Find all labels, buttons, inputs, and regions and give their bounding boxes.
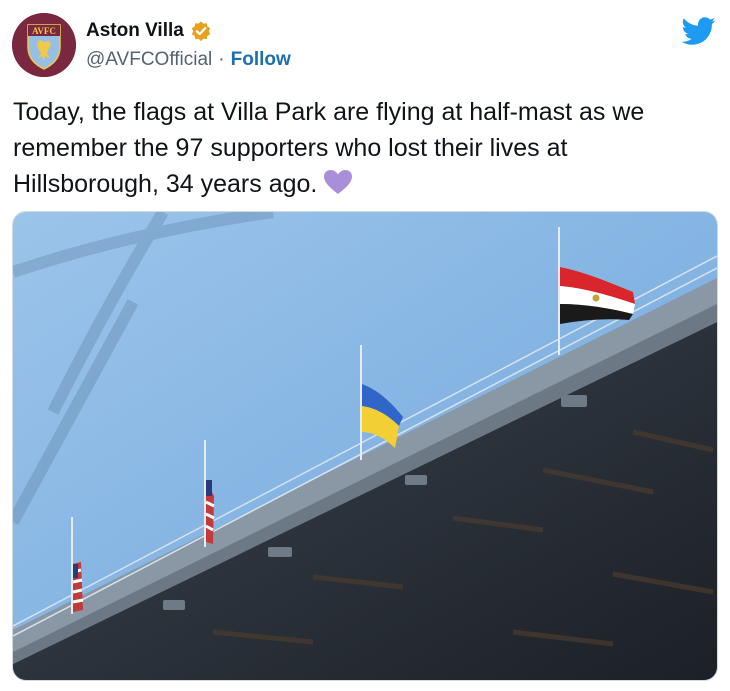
stadium-flags-photo bbox=[13, 212, 717, 680]
avatar[interactable]: AVFC bbox=[12, 13, 76, 77]
handle-row: @AVFCOfficial · Follow bbox=[86, 49, 291, 71]
display-name[interactable]: Aston Villa bbox=[86, 20, 184, 42]
author-name-row: Aston Villa bbox=[86, 20, 212, 42]
tweet-card: AVFC Aston Villa @AVFCOfficial · Follow … bbox=[0, 0, 730, 691]
club-crest-icon: AVFC bbox=[12, 13, 76, 77]
tweet-photo[interactable] bbox=[12, 211, 718, 681]
follow-button[interactable]: Follow bbox=[231, 49, 291, 71]
handle[interactable]: @AVFCOfficial bbox=[86, 49, 212, 71]
tweet-text-container: Today, the flags at Villa Park are flyin… bbox=[13, 94, 718, 202]
twitter-bird-icon[interactable] bbox=[682, 14, 716, 48]
separator: · bbox=[218, 49, 225, 70]
verified-badge-icon bbox=[191, 21, 211, 42]
avatar-text: AVFC bbox=[32, 26, 56, 36]
purple-heart-icon bbox=[324, 170, 353, 194]
